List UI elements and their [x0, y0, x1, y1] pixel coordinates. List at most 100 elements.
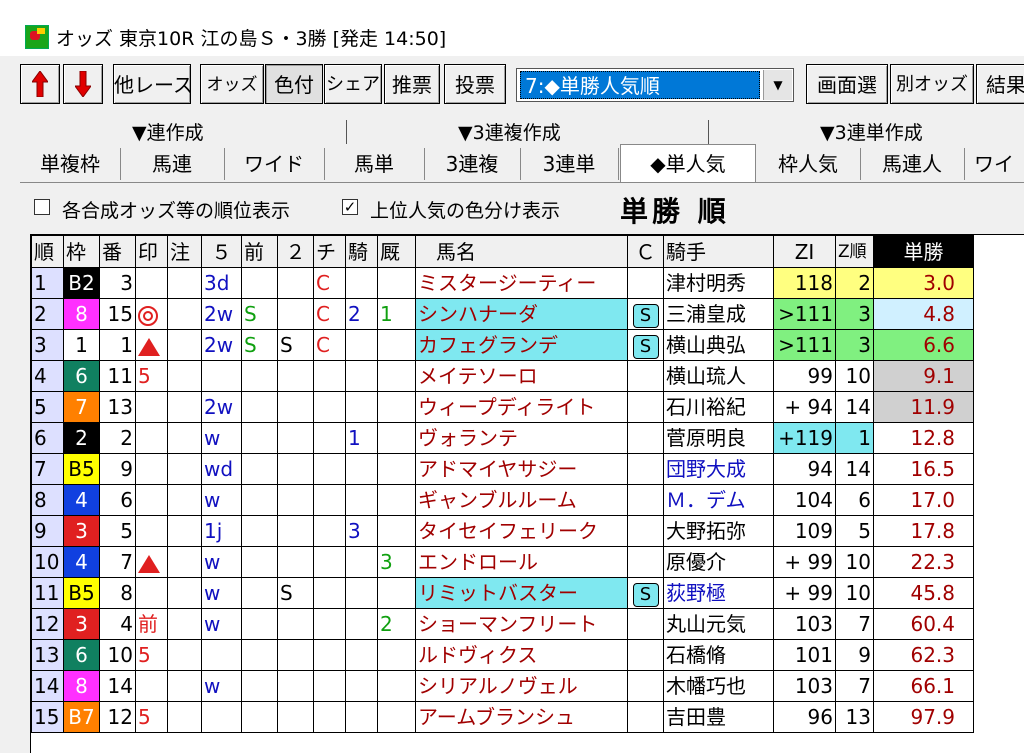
cell-jockey[interactable]: 石橋脩: [663, 639, 774, 671]
cell-c5[interactable]: 2w: [201, 298, 242, 330]
cell-mae[interactable]: [241, 515, 278, 547]
cell-c[interactable]: S: [627, 298, 664, 330]
tab-umatan[interactable]: 馬単: [324, 148, 425, 180]
cell-rank[interactable]: 10: [31, 546, 64, 578]
col-waku[interactable]: 枠: [63, 235, 100, 268]
cell-jockey[interactable]: 石川裕紀: [663, 391, 774, 423]
cell-name[interactable]: ショーマンフリート: [415, 608, 628, 640]
cell-rank[interactable]: 14: [31, 670, 64, 702]
cell-odds[interactable]: 60.4: [873, 608, 974, 640]
cell-jockey[interactable]: Ｍ．デム: [663, 484, 774, 516]
cell-mark[interactable]: 5: [135, 639, 168, 671]
cell-c[interactable]: [627, 546, 664, 578]
cell-mae[interactable]: S: [241, 298, 278, 330]
cell-ban[interactable]: 9: [99, 453, 136, 485]
col-rank[interactable]: 順: [31, 235, 64, 268]
tab-tan-ninki[interactable]: ◆単人気: [620, 144, 756, 183]
col-chu[interactable]: 注: [167, 235, 202, 268]
cell-c2[interactable]: [277, 670, 314, 702]
cell-ki[interactable]: [345, 267, 378, 299]
cell-zi[interactable]: + 94: [773, 391, 836, 423]
cell-ki[interactable]: [345, 391, 378, 423]
cell-c2[interactable]: S: [277, 577, 314, 609]
cell-ki[interactable]: [345, 639, 378, 671]
cell-c5[interactable]: [201, 701, 242, 733]
cell-c5[interactable]: w: [201, 422, 242, 454]
rank-display-checkbox[interactable]: [34, 199, 50, 215]
tab-umaren-ninki[interactable]: 馬連人: [860, 148, 965, 180]
cell-mae[interactable]: [241, 639, 278, 671]
view-select[interactable]: 7:◆単勝人気順 ▼: [516, 68, 794, 102]
cell-mark[interactable]: [135, 515, 168, 547]
cell-chi[interactable]: [313, 391, 346, 423]
color-button[interactable]: 色付: [265, 64, 323, 104]
cell-mae[interactable]: [241, 701, 278, 733]
cell-waku[interactable]: 6: [63, 639, 100, 671]
cell-odds[interactable]: 3.0: [873, 267, 974, 299]
cell-chu[interactable]: [167, 608, 202, 640]
cell-c2[interactable]: [277, 546, 314, 578]
cell-ban[interactable]: 8: [99, 577, 136, 609]
cell-zi[interactable]: >111: [773, 329, 836, 361]
cell-ki[interactable]: [345, 360, 378, 392]
cell-zr[interactable]: 10: [835, 546, 874, 578]
cell-kyu[interactable]: [377, 329, 416, 361]
cell-mae[interactable]: [241, 546, 278, 578]
cell-chu[interactable]: [167, 515, 202, 547]
cell-ban[interactable]: 3: [99, 267, 136, 299]
cell-zr[interactable]: 3: [835, 329, 874, 361]
cell-zr[interactable]: 1: [835, 422, 874, 454]
table-row[interactable]: 6 2 2 w 1 ヴォランテ 菅原明良 +119 1 12.8: [31, 422, 974, 454]
cell-mae[interactable]: [241, 391, 278, 423]
cell-odds[interactable]: 16.5: [873, 453, 974, 485]
cell-jockey[interactable]: 丸山元気: [663, 608, 774, 640]
cell-zr[interactable]: 3: [835, 298, 874, 330]
cell-c[interactable]: [627, 515, 664, 547]
cell-waku[interactable]: 4: [63, 484, 100, 516]
cell-jockey[interactable]: 原優介: [663, 546, 774, 578]
col-zrank[interactable]: Z順: [835, 235, 874, 268]
cell-c[interactable]: S: [627, 329, 664, 361]
cell-chi[interactable]: C: [313, 298, 346, 330]
cell-ki[interactable]: [345, 453, 378, 485]
cell-chu[interactable]: [167, 484, 202, 516]
cell-jockey[interactable]: 大野拓弥: [663, 515, 774, 547]
other-race-button[interactable]: 他レース: [113, 64, 191, 104]
chevron-down-icon[interactable]: ▼: [763, 70, 792, 100]
table-row[interactable]: 13 6 10 5 ルドヴィクス 石橋脩 101 9 62.3: [31, 639, 974, 671]
cell-kyu[interactable]: [377, 453, 416, 485]
cell-ban[interactable]: 13: [99, 391, 136, 423]
cell-zr[interactable]: 7: [835, 670, 874, 702]
suihyo-button[interactable]: 推票: [384, 64, 440, 104]
cell-waku[interactable]: 6: [63, 360, 100, 392]
cell-zi[interactable]: 99: [773, 360, 836, 392]
tab-wide-ninki[interactable]: ワイ: [964, 148, 1024, 180]
cell-c[interactable]: [627, 701, 664, 733]
cell-name[interactable]: アームブランシュ: [415, 701, 628, 733]
cell-waku[interactable]: 3: [63, 608, 100, 640]
odds-button[interactable]: オッズ: [200, 64, 264, 104]
cell-c5[interactable]: 3d: [201, 267, 242, 299]
cell-rank[interactable]: 5: [31, 391, 64, 423]
cell-mae[interactable]: [241, 484, 278, 516]
cell-kyu[interactable]: [377, 670, 416, 702]
cell-odds[interactable]: 6.6: [873, 329, 974, 361]
cell-zi[interactable]: + 99: [773, 577, 836, 609]
cell-ban[interactable]: 6: [99, 484, 136, 516]
col-odds[interactable]: 単勝: [873, 235, 974, 268]
cell-odds[interactable]: 17.8: [873, 515, 974, 547]
cell-c5[interactable]: w: [201, 670, 242, 702]
cell-chu[interactable]: [167, 453, 202, 485]
cell-rank[interactable]: 2: [31, 298, 64, 330]
cell-chi[interactable]: [313, 422, 346, 454]
cell-mark[interactable]: 5: [135, 701, 168, 733]
tab-waku-ninki[interactable]: 枠人気: [756, 148, 861, 180]
cell-chi[interactable]: [313, 360, 346, 392]
cell-zi[interactable]: 103: [773, 670, 836, 702]
cell-chu[interactable]: [167, 422, 202, 454]
cell-chi[interactable]: [313, 453, 346, 485]
vote-button[interactable]: 投票: [444, 64, 506, 104]
cell-c5[interactable]: w: [201, 484, 242, 516]
col-mae[interactable]: 前: [241, 235, 278, 268]
cell-chu[interactable]: [167, 391, 202, 423]
